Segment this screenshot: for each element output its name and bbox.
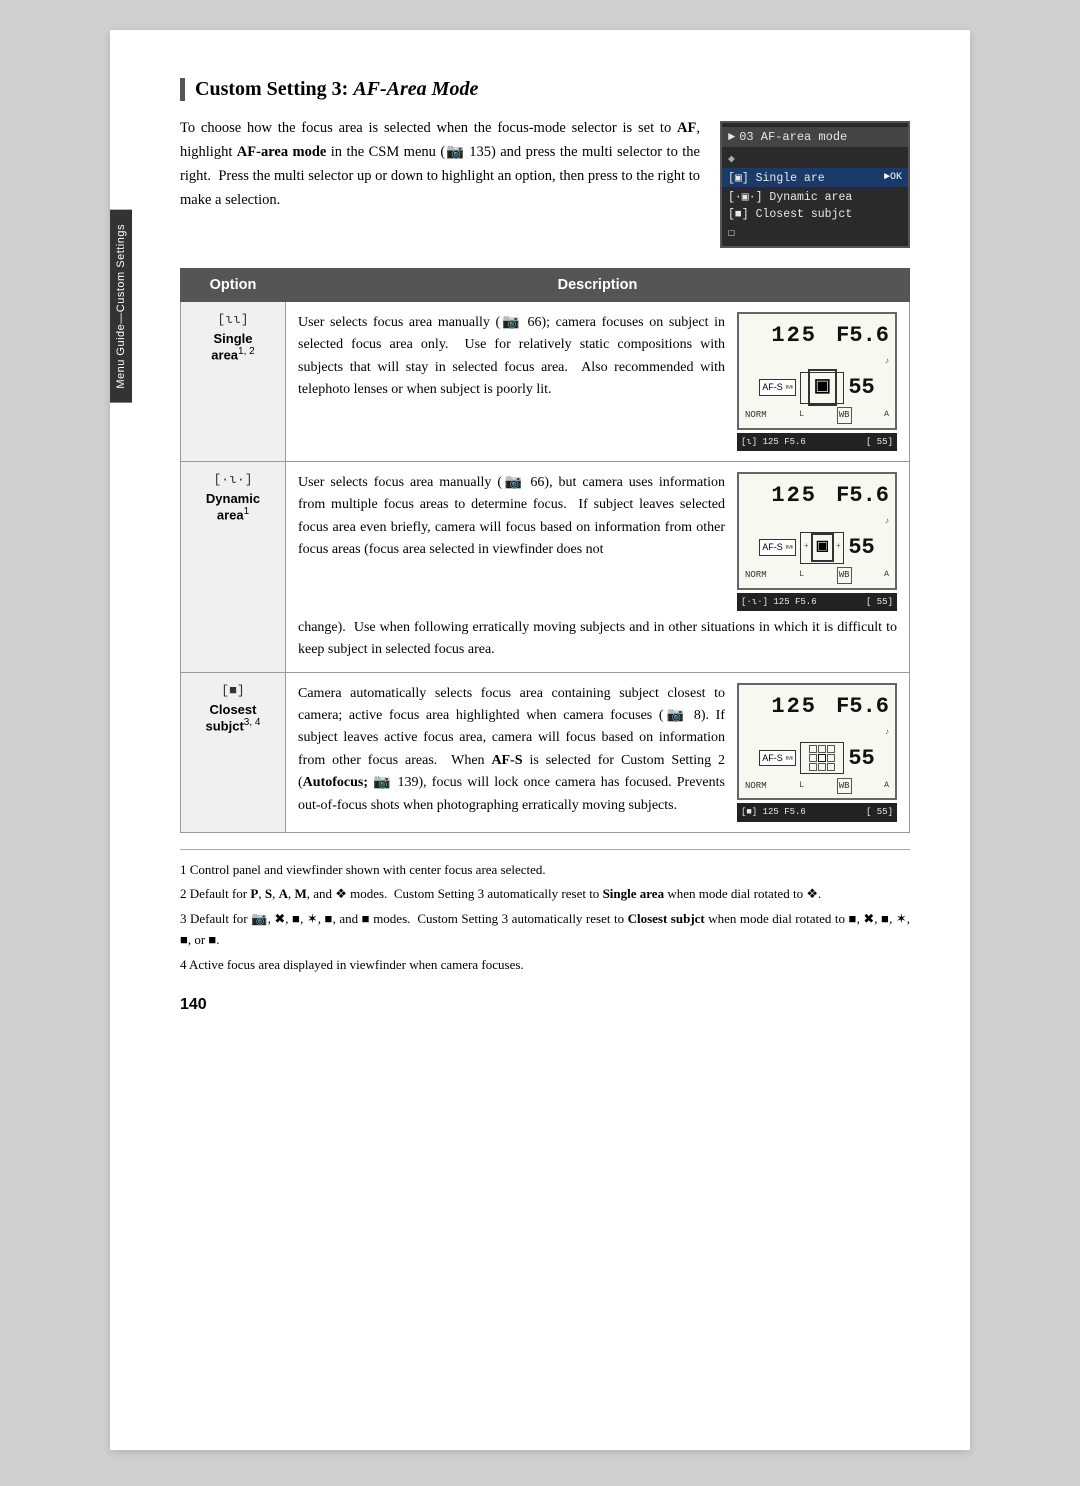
side-tab: Menu Guide—Custom Settings [110, 210, 132, 403]
vf-num-dynamic: 55 [848, 530, 874, 565]
vf-focus-area-single: ▣ [800, 372, 844, 404]
viewfinder-single: 125 F5.6 ♪ AF-S 𝌂 ▣ 55 [737, 312, 897, 451]
single-area-sup: 1, 2 [238, 346, 255, 357]
closest-sup: 3, 4 [244, 717, 261, 728]
section-title: Custom Setting 3: AF-Area Mode [180, 78, 910, 101]
intro-text: To choose how the focus area is selected… [180, 117, 700, 248]
title-prefix: Custom Setting 3: [195, 78, 353, 100]
footnote-1: 1 Control panel and viewfinder shown wit… [180, 860, 910, 881]
page: Menu Guide—Custom Settings Custom Settin… [110, 30, 970, 1450]
camera-menu-item-single: [▣] Single are ►OK [722, 168, 908, 187]
side-tab-label: Menu Guide—Custom Settings [115, 224, 127, 389]
vf-middle-dynamic: AF-S 𝌂 + ▣ + 55 [745, 530, 889, 565]
options-table: Option Description [ιι] Singlearea1, 2 U… [180, 268, 910, 833]
intro-area: To choose how the focus area is selected… [180, 117, 910, 248]
footnotes: 1 Control panel and viewfinder shown wit… [180, 849, 910, 976]
vf-shutter-single: 125 [771, 318, 817, 353]
closest-icon: [■] [193, 683, 273, 698]
vf-status-closest: [■] 125 F5.6 [ 55] [737, 803, 897, 821]
dynamic-area-icon: [·ι·] [193, 472, 273, 487]
vf-middle-closest: AF-S 𝌂 [745, 741, 889, 776]
vf-middle-single: AF-S 𝌂 ▣ 55 [745, 370, 889, 405]
camera-menu-header: ► 03 AF-area mode [722, 127, 908, 147]
col-header-desc: Description [286, 269, 910, 302]
footnote-4: 4 Active focus area displayed in viewfin… [180, 955, 910, 976]
vf-focus-area-dynamic: + ▣ + [800, 532, 844, 564]
vf-num-closest: 55 [848, 741, 874, 776]
vf-status-dynamic: [·ι·] 125 F5.6 [ 55] [737, 593, 897, 611]
vf-num-single: 55 [848, 370, 874, 405]
title-italic: AF-Area Mode [353, 78, 478, 100]
option-cell-dynamic: [·ι·] Dynamicarea1 [181, 461, 286, 672]
vf-focus-area-closest [800, 742, 844, 774]
camera-menu-item-dynamic: [·▣·] Dynamic area [722, 187, 908, 206]
single-desc-text: User selects focus area manually (📷 66);… [298, 312, 725, 451]
footnote-3: 3 Default for 📷, ✖, ■, ✶, ■, and ■ modes… [180, 909, 910, 951]
camera-menu-item-blank: ◆ [722, 149, 908, 168]
option-cell-single: [ιι] Singlearea1, 2 [181, 302, 286, 462]
dynamic-desc-text: User selects focus area manually (📷 66),… [298, 472, 725, 611]
closest-desc-text: Camera automatically selects focus area … [298, 683, 725, 822]
table-row: [■] Closestsubjct3, 4 Camera automatical… [181, 672, 910, 832]
option-cell-closest: [■] Closestsubjct3, 4 [181, 672, 286, 832]
vf-aperture-dynamic: F5.6 [823, 478, 889, 513]
camera-menu-title: 03 AF-area mode [739, 130, 847, 144]
vf-aperture-closest: F5.6 [823, 689, 889, 724]
vf-status-single: [ι] 125 F5.6 [ 55] [737, 433, 897, 451]
dynamic-area-sup: 1 [244, 506, 250, 517]
viewfinder-closest: 125 F5.6 ♪ AF-S 𝌂 [737, 683, 897, 822]
viewfinder-dynamic: 125 F5.6 ♪ AF-S 𝌂 + ▣ [737, 472, 897, 611]
vf-shutter-closest: 125 [771, 689, 817, 724]
dynamic-desc-continued: change). Use when following erratically … [298, 611, 897, 662]
desc-cell-single: User selects focus area manually (📷 66);… [286, 302, 910, 462]
single-area-icon: [ιι] [193, 312, 273, 327]
desc-cell-dynamic: User selects focus area manually (📷 66),… [286, 461, 910, 672]
table-row: [·ι·] Dynamicarea1 User selects focus ar… [181, 461, 910, 672]
menu-arrow: ► [728, 130, 735, 144]
desc-cell-closest: Camera automatically selects focus area … [286, 672, 910, 832]
footnote-2: 2 Default for P, S, A, M, and ❖ modes. C… [180, 884, 910, 905]
vf-shutter-dynamic: 125 [771, 478, 817, 513]
camera-menu-item-closest: [■] Closest subjct [722, 206, 908, 223]
col-header-option: Option [181, 269, 286, 302]
vf-aperture-single: F5.6 [823, 318, 889, 353]
table-row: [ιι] Singlearea1, 2 User selects focus a… [181, 302, 910, 462]
dynamic-area-label: Dynamicarea [206, 491, 260, 522]
page-number: 140 [180, 996, 910, 1014]
camera-menu-display: ► 03 AF-area mode ◆ [▣] Single are ►OK [… [720, 121, 910, 248]
camera-menu-item-help: ☐ [722, 223, 908, 242]
